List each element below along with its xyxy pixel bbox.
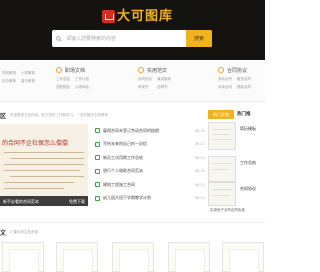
category-link[interactable]: 工作计划 bbox=[75, 77, 89, 82]
text-line bbox=[10, 158, 84, 159]
text-line bbox=[212, 189, 232, 190]
search-button[interactable]: 搜索 bbox=[186, 30, 212, 47]
category-link[interactable]: 小学教育 bbox=[21, 71, 35, 76]
text-line bbox=[212, 169, 228, 170]
category-link[interactable]: 心得体会 bbox=[75, 85, 89, 90]
doc-icon bbox=[95, 141, 100, 147]
doc-preview bbox=[9, 249, 39, 272]
doc-card[interactable] bbox=[2, 242, 44, 272]
category-title[interactable]: 实用范文 bbox=[147, 67, 167, 74]
hero-banner: 大可图库 搜索 bbox=[0, 0, 265, 60]
thumbnail-label[interactable]: 合同协议 bbox=[240, 186, 256, 192]
thumbnail-1[interactable] bbox=[208, 122, 236, 150]
featured-document[interactable]: 的合同不企社保怎么偿偿 新手必看的合同范本 免费下载 bbox=[0, 124, 88, 206]
list-item[interactable]: 雇佣合同未签订劳动合同的赔偿 09-11 bbox=[95, 124, 205, 138]
featured-footer-label: 新手必看的合同范本 bbox=[3, 199, 39, 204]
tab-hot-recommend[interactable]: 热门推 bbox=[237, 110, 265, 119]
category-link[interactable]: 买卖合同 bbox=[218, 85, 232, 90]
category-icon bbox=[138, 67, 144, 73]
category-link[interactable]: 证明书 bbox=[157, 85, 171, 90]
category-link[interactable]: 工作总结 bbox=[56, 77, 70, 82]
doc-icon bbox=[95, 128, 100, 134]
category-icon bbox=[56, 67, 62, 73]
category-link[interactable]: 述职报告 bbox=[56, 85, 70, 90]
doc-icon bbox=[95, 155, 100, 161]
section-title: 区 bbox=[0, 113, 7, 120]
list-item[interactable]: 建筑工程施工合同 09-11 bbox=[95, 178, 205, 192]
list-item[interactable]: 银行个人借款合同范本 09-11 bbox=[95, 165, 205, 179]
logo-text: 大可图库 bbox=[117, 9, 174, 24]
text-line bbox=[4, 164, 84, 165]
featured-title: 的合同不企社保怎么偿偿 bbox=[2, 140, 69, 147]
category-link[interactable]: 学前教育 bbox=[2, 71, 16, 76]
logo-icon bbox=[102, 10, 115, 23]
section-subtitle: 丰富精选文档内容，助力您的工作和学习，一站式解决文档需求 bbox=[10, 113, 108, 117]
doc-icon bbox=[95, 168, 100, 174]
doc-preview bbox=[63, 249, 93, 272]
category-title[interactable]: 职场文档 bbox=[65, 67, 85, 74]
category-icon bbox=[218, 67, 224, 73]
category-contracts: 合同协议 劳动合同 租赁合同 买卖合同 借款合同 bbox=[218, 66, 251, 90]
doc-card[interactable] bbox=[222, 242, 264, 272]
featured-download[interactable]: 免费下载 bbox=[69, 199, 85, 206]
doc-card[interactable] bbox=[168, 242, 210, 272]
thumbnail-caption[interactable]: 实用电子合同合同免费 bbox=[210, 208, 245, 213]
doc-card[interactable] bbox=[112, 242, 154, 272]
category-title[interactable]: 合同协议 bbox=[227, 67, 247, 74]
thumbnail-label[interactable]: 工作总结 bbox=[240, 160, 256, 166]
doc-icon bbox=[95, 182, 100, 188]
category-link[interactable]: 演讲致辞 bbox=[157, 77, 171, 82]
doc-preview bbox=[175, 249, 205, 272]
text-line bbox=[4, 188, 64, 189]
section-title: 文 bbox=[0, 230, 7, 237]
doc-icon bbox=[95, 195, 100, 201]
thumbnail-3[interactable] bbox=[208, 182, 236, 206]
list-item[interactable]: 写给未来的自己的一封信 09-11 bbox=[95, 138, 205, 152]
category-links: 学前教育 小学教育 初中教育 高中教育 bbox=[2, 71, 35, 84]
text-line bbox=[212, 134, 230, 135]
section-divider bbox=[0, 222, 265, 223]
category-office-docs: 职场文档 工作总结 工作计划 述职报告 心得体会 bbox=[56, 66, 89, 90]
text-line bbox=[4, 182, 74, 183]
section-subtitle: 汇集优质文档资源 bbox=[10, 230, 38, 234]
document-list: 雇佣合同未签订劳动合同的赔偿 09-11 写给未来的自己的一封信 09-11 新员工… bbox=[95, 124, 205, 205]
text-line bbox=[10, 176, 84, 177]
category-link[interactable]: 合同协议 bbox=[138, 77, 152, 82]
category-practical: 实用范文 合同协议 演讲致辞 申请书 证明书 bbox=[138, 66, 171, 90]
thumbnail-2[interactable] bbox=[208, 156, 236, 182]
text-line bbox=[4, 152, 84, 153]
category-link[interactable]: 租赁合同 bbox=[237, 77, 251, 82]
search-bar: 搜索 bbox=[52, 30, 212, 47]
category-link[interactable]: 高中教育 bbox=[21, 79, 35, 84]
category-bar: 学前教育 小学教育 初中教育 高中教育 职场文档 工作总结 工作计划 述职报告 … bbox=[0, 62, 265, 102]
category-link[interactable]: 初中教育 bbox=[2, 79, 16, 84]
category-link[interactable]: 借款合同 bbox=[237, 85, 251, 90]
text-line bbox=[212, 195, 230, 196]
site-logo[interactable]: 大可图库 bbox=[102, 8, 173, 25]
list-item[interactable]: 新员工试用期工作总结 09-11 bbox=[95, 151, 205, 165]
search-input[interactable] bbox=[66, 30, 186, 47]
text-line bbox=[212, 163, 232, 164]
featured-footer: 新手必看的合同范本 免费下载 bbox=[0, 196, 88, 206]
category-left: 学前教育 小学教育 初中教育 高中教育 bbox=[2, 68, 35, 84]
thumbnail-label[interactable]: 简历模板 bbox=[240, 126, 256, 132]
category-link[interactable]: 申请书 bbox=[138, 85, 152, 90]
tab-hot-docs[interactable]: 热门文档 bbox=[208, 110, 234, 119]
text-line bbox=[4, 170, 80, 171]
doc-preview bbox=[229, 249, 259, 272]
search-icon bbox=[52, 30, 66, 47]
doc-preview bbox=[119, 249, 149, 272]
doc-card[interactable] bbox=[56, 242, 98, 272]
text-line bbox=[212, 139, 232, 140]
list-item[interactable]: 幼儿园大班下学期教学计划 09-11 bbox=[95, 192, 205, 206]
category-link[interactable]: 劳动合同 bbox=[218, 77, 232, 82]
text-line bbox=[212, 129, 232, 130]
